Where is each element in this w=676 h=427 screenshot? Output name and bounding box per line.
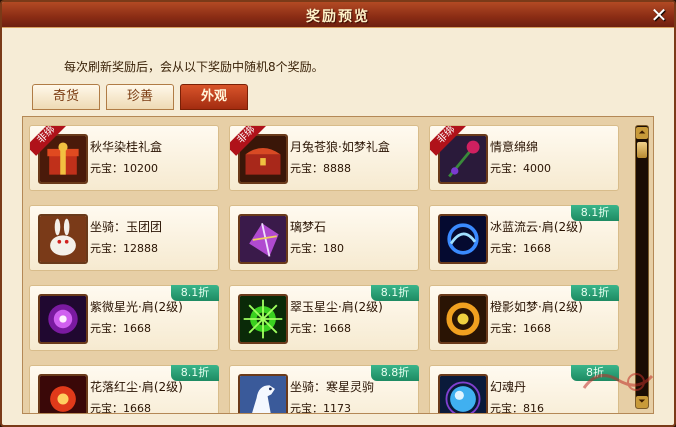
- reward-list-panel: 非绑 秋华染桂礼盒 元宝：10200 非绑 月兔苍狼·如梦礼盒 元宝：8888 非绑 情意绵绵…: [22, 116, 654, 414]
- reward-name: 坐骑：玉团团: [90, 220, 163, 234]
- close-icon[interactable]: ✕: [648, 4, 670, 26]
- reward-card[interactable]: 冰蓝流云·肩(2级) 元宝：1668 8.1折: [429, 205, 619, 271]
- reward-card[interactable]: 璃梦石元宝：180: [229, 205, 419, 271]
- reward-price: 元宝：1173: [290, 402, 351, 414]
- reward-price: 元宝：1668: [90, 402, 151, 414]
- window-title: 奖励预览: [306, 9, 370, 25]
- rabbit-mount-icon: [38, 214, 88, 264]
- reward-name: 橙影如梦·肩(2级): [490, 300, 583, 314]
- reward-price: 元宝：1668: [290, 322, 351, 335]
- reward-name: 坐骑：寒星灵驹: [290, 380, 375, 394]
- scroll-thumb[interactable]: [637, 142, 647, 158]
- discount-badge: 8.1折: [571, 205, 619, 221]
- discount-badge: 8.8折: [371, 365, 419, 381]
- reward-price: 元宝：816: [490, 402, 544, 414]
- reward-price: 元宝：4000: [490, 162, 551, 175]
- blue-swirl-icon: [438, 214, 488, 264]
- title-bar: 奖励预览 ✕: [2, 2, 674, 28]
- treasure-chest-icon: [238, 134, 288, 184]
- green-burst-icon: [238, 294, 288, 344]
- purple-orb-icon: [38, 294, 88, 344]
- gift-box-icon: [38, 134, 88, 184]
- reward-price: 元宝：1668: [490, 242, 551, 255]
- discount-badge: 8.1折: [171, 285, 219, 301]
- reward-price: 元宝：12888: [90, 242, 158, 255]
- reward-price: 元宝：180: [290, 242, 344, 255]
- reward-card[interactable]: 非绑 月兔苍狼·如梦礼盒 元宝：8888: [229, 125, 419, 191]
- scroll-up-icon[interactable]: ⏶: [636, 127, 648, 139]
- reward-card[interactable]: 非绑 秋华染桂礼盒 元宝：10200: [29, 125, 219, 191]
- reward-card[interactable]: 花落红尘·肩(2级) 元宝：1668 8.1折: [29, 365, 219, 414]
- reward-price: 元宝：1668: [90, 322, 151, 335]
- reward-name: 情意绵绵: [490, 140, 539, 154]
- reward-price: 元宝：8888: [290, 162, 351, 175]
- tab-appearance[interactable]: 外观: [180, 84, 248, 110]
- reward-card[interactable]: 非绑 情意绵绵 元宝：4000: [429, 125, 619, 191]
- discount-badge: 8.1折: [571, 285, 619, 301]
- reward-name: 冰蓝流云·肩(2级): [490, 220, 583, 234]
- reward-name: 花落红尘·肩(2级): [90, 380, 183, 394]
- reward-preview-window: 奖励预览 ✕ 每次刷新奖励后，会从以下奖励中随机8个奖励。 奇货 珍善 外观 非…: [0, 0, 676, 427]
- red-burst-icon: [38, 374, 88, 413]
- reward-name: 璃梦石: [290, 220, 327, 234]
- reward-name: 幻魂丹: [490, 380, 527, 394]
- crystal-stone-icon: [238, 214, 288, 264]
- reward-name: 秋华染桂礼盒: [90, 140, 163, 154]
- tab-treasures[interactable]: 珍善: [106, 84, 174, 110]
- discount-badge: 8.1折: [171, 365, 219, 381]
- reward-card[interactable]: 翠玉星尘·肩(2级) 元宝：1668 8.1折: [229, 285, 419, 351]
- reward-name: 紫微星光·肩(2级): [90, 300, 183, 314]
- white-horse-icon: [238, 374, 288, 413]
- discount-badge: 8.1折: [371, 285, 419, 301]
- reward-name: 月兔苍狼·如梦礼盒: [290, 140, 390, 154]
- reward-card[interactable]: 坐骑：玉团团 元宝：12888: [29, 205, 219, 271]
- discount-badge: 8折: [571, 365, 619, 381]
- orange-ring-icon: [438, 294, 488, 344]
- reward-card[interactable]: 幻魂丹元宝：816 8折: [429, 365, 619, 414]
- rose-icon: [438, 134, 488, 184]
- reward-card[interactable]: 紫微星光·肩(2级) 元宝：1668 8.1折: [29, 285, 219, 351]
- reward-price: 元宝：10200: [90, 162, 158, 175]
- reward-name: 翠玉星尘·肩(2级): [290, 300, 383, 314]
- scrollbar[interactable]: ⏶ ⏷: [635, 125, 649, 409]
- reward-price: 元宝：1668: [490, 322, 551, 335]
- reward-card[interactable]: 橙影如梦·肩(2级) 元宝：1668 8.1折: [429, 285, 619, 351]
- scroll-down-icon[interactable]: ⏷: [636, 396, 648, 408]
- reward-card[interactable]: 坐骑：寒星灵驹 元宝：1173 8.8折: [229, 365, 419, 414]
- tab-rare-goods[interactable]: 奇货: [32, 84, 100, 110]
- reward-info-text: 每次刷新奖励后，会从以下奖励中随机8个奖励。: [64, 60, 324, 74]
- soul-pill-icon: [438, 374, 488, 413]
